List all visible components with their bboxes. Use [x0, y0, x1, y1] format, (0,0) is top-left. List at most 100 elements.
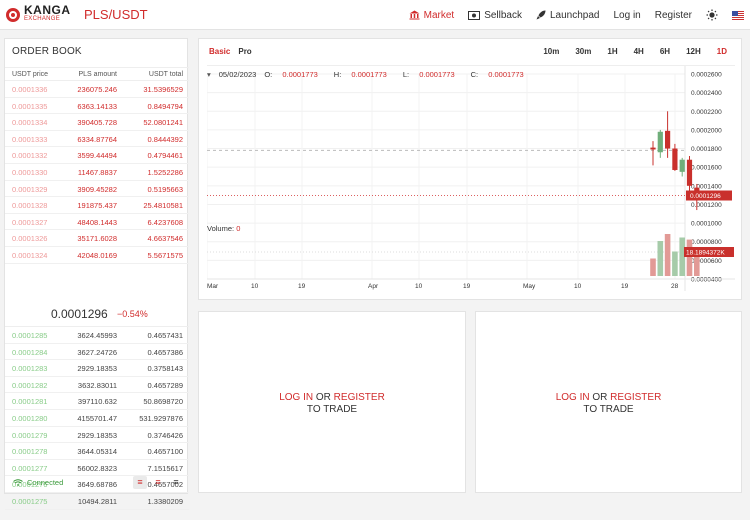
view-asks-button[interactable]: ≡ — [151, 476, 165, 489]
candle-body — [672, 148, 678, 170]
candlestick-chart[interactable]: 0.0002600 0.0002400 0.0002200 0.0002000 0.00… — [207, 66, 735, 291]
ohlc-legend: ▾ 05/02/2023 O: 0.0001773 H: 0.0001773 L… — [207, 70, 540, 79]
tab-pro[interactable]: Pro — [238, 47, 251, 56]
sell-panel: LOG IN OR REGISTER TO TRADE — [475, 311, 742, 493]
order-row[interactable]: 0.0001327 48408.1443 6.4237608 — [5, 214, 189, 231]
order-amount: 3632.83011 — [77, 380, 117, 390]
tab-basic[interactable]: Basic — [209, 47, 230, 56]
order-row[interactable]: 0.0001275 10494.2811 1.3380209 — [5, 493, 189, 510]
volume-bar — [664, 234, 671, 276]
price-chart[interactable]: 0.0002600 0.0002400 0.0002200 0.0002000 0.00… — [207, 65, 735, 291]
y-tick-label: 0.0000800 — [691, 239, 722, 246]
y-tick-label: 0.0001200 — [691, 202, 722, 209]
x-tick-label: May — [523, 283, 536, 290]
candle-body — [679, 159, 685, 172]
order-row[interactable]: 0.0001335 6363.14133 0.8494794 — [5, 98, 189, 115]
order-amount: 6334.87764 — [77, 134, 117, 144]
login-link[interactable]: LOG IN — [279, 392, 313, 403]
x-tick-label: 19 — [463, 283, 471, 290]
chevron-down-icon[interactable]: ▾ — [207, 70, 211, 79]
login-prompt: LOG IN OR REGISTER TO TRADE — [199, 392, 465, 416]
order-row[interactable]: 0.0001281 397110.632 50.8698720 — [5, 393, 189, 410]
order-price: 0.0001332 — [12, 151, 48, 161]
nav-market[interactable]: Market — [409, 10, 454, 21]
ohlc-close: C: 0.0001773 — [470, 70, 524, 79]
ohlc-low: L: 0.0001773 — [402, 70, 455, 79]
order-book-footer: Connected ≡ ≡ ≡ — [5, 473, 189, 495]
order-row[interactable]: 0.0001285 3624.45993 0.4657431 — [5, 327, 189, 344]
col-price: USDT price — [12, 71, 49, 78]
interval-1h[interactable]: 1H — [607, 47, 617, 56]
order-row[interactable]: 0.0001326 35171.6028 4.6637546 — [5, 230, 189, 247]
nav-login[interactable]: Log in — [614, 10, 641, 21]
y-tick-label: 0.0002600 — [691, 72, 722, 79]
x-tick-label: 10 — [574, 283, 582, 290]
order-amount: 3599.44494 — [77, 151, 117, 161]
cash-icon — [468, 10, 481, 20]
order-row[interactable]: 0.0001332 3599.44494 0.4794461 — [5, 147, 189, 164]
order-row[interactable]: 0.0001280 4155701.47 531.9297876 — [5, 410, 189, 427]
order-amount: 2929.18353 — [77, 430, 117, 440]
order-row[interactable]: 0.0001278 3644.05314 0.4657100 — [5, 443, 189, 460]
col-total: USDT total — [148, 71, 183, 78]
order-price: 0.0001329 — [12, 184, 48, 194]
interval-10m[interactable]: 10m — [543, 47, 559, 56]
order-price: 0.0001278 — [12, 447, 48, 457]
order-total: 1.3380209 — [147, 497, 183, 506]
order-amount: 42048.0169 — [77, 251, 117, 260]
order-row[interactable]: 0.0001330 11467.8837 1.5252286 — [5, 164, 189, 181]
order-price: 0.0001330 — [12, 168, 48, 177]
order-total: 6.4237608 — [147, 217, 183, 227]
view-bids-button[interactable]: ≡ — [169, 476, 183, 489]
order-row[interactable]: 0.0001279 2929.18353 0.3746426 — [5, 427, 189, 444]
order-total: 0.5195663 — [147, 184, 183, 194]
register-link[interactable]: REGISTER — [610, 392, 661, 403]
order-row[interactable]: 0.0001324 42048.0169 5.5671575 — [5, 247, 189, 264]
view-both-button[interactable]: ≡ — [133, 476, 147, 489]
order-price: 0.0001326 — [12, 234, 48, 244]
order-price: 0.0001334 — [12, 118, 48, 128]
interval-6h[interactable]: 6H — [660, 47, 670, 56]
volume-bar — [657, 241, 664, 276]
order-row[interactable]: 0.0001283 2929.18353 0.3758143 — [5, 360, 189, 377]
nav-sellback[interactable]: Sellback — [468, 10, 522, 21]
order-total: 0.4657289 — [147, 380, 183, 390]
volume-bar — [650, 258, 656, 276]
top-bar: KANGA EXCHANGE PLS/USDT Market Sellback … — [0, 0, 750, 30]
volume-label: Volume: — [207, 224, 235, 233]
order-row[interactable]: 0.0001334 390405.728 52.0801241 — [5, 114, 189, 131]
order-row[interactable]: 0.0001329 3909.45282 0.5195663 — [5, 181, 189, 198]
login-link[interactable]: LOG IN — [556, 392, 590, 403]
order-row[interactable]: 0.0001333 6334.87764 0.8444392 — [5, 131, 189, 148]
order-price: 0.0001285 — [12, 331, 48, 340]
interval-12h[interactable]: 12H — [686, 47, 701, 56]
order-amount: 56002.8323 — [77, 463, 117, 473]
order-price: 0.0001335 — [12, 101, 48, 111]
nav-register[interactable]: Register — [655, 10, 692, 21]
language-flag-icon[interactable] — [732, 10, 744, 20]
theme-toggle-icon[interactable] — [706, 9, 718, 21]
order-price: 0.0001277 — [12, 463, 48, 473]
bank-icon — [409, 10, 420, 20]
volume-value: 0 — [236, 224, 241, 233]
ohlc-high: H: 0.0001773 — [333, 70, 387, 79]
or-text: OR — [589, 392, 611, 403]
connection-label: Connected — [27, 478, 64, 487]
interval-1d[interactable]: 1D — [717, 47, 727, 56]
x-tick-label: 19 — [298, 283, 306, 290]
order-total: 0.8494794 — [147, 101, 183, 111]
y-tick-label: 0.0000400 — [691, 277, 722, 284]
register-link[interactable]: REGISTER — [334, 392, 385, 403]
order-row[interactable]: 0.0001336 236075.246 31.5396529 — [5, 81, 189, 98]
last-price: 0.0001296 — [51, 307, 108, 321]
order-row[interactable]: 0.0001282 3632.83011 0.4657289 — [5, 377, 189, 394]
login-prompt: LOG IN OR REGISTER TO TRADE — [476, 392, 741, 416]
order-amount: 3624.45993 — [77, 331, 117, 340]
ohlc-date: 05/02/2023 — [218, 70, 257, 79]
interval-4h[interactable]: 4H — [634, 47, 644, 56]
nav-launchpad[interactable]: Launchpad — [536, 10, 600, 21]
order-row[interactable]: 0.0001284 3627.24726 0.4657386 — [5, 344, 189, 361]
order-row[interactable]: 0.0001328 191875.437 25.4810581 — [5, 197, 189, 214]
kanga-logo[interactable]: KANGA EXCHANGE — [6, 4, 71, 24]
interval-30m[interactable]: 30m — [575, 47, 591, 56]
